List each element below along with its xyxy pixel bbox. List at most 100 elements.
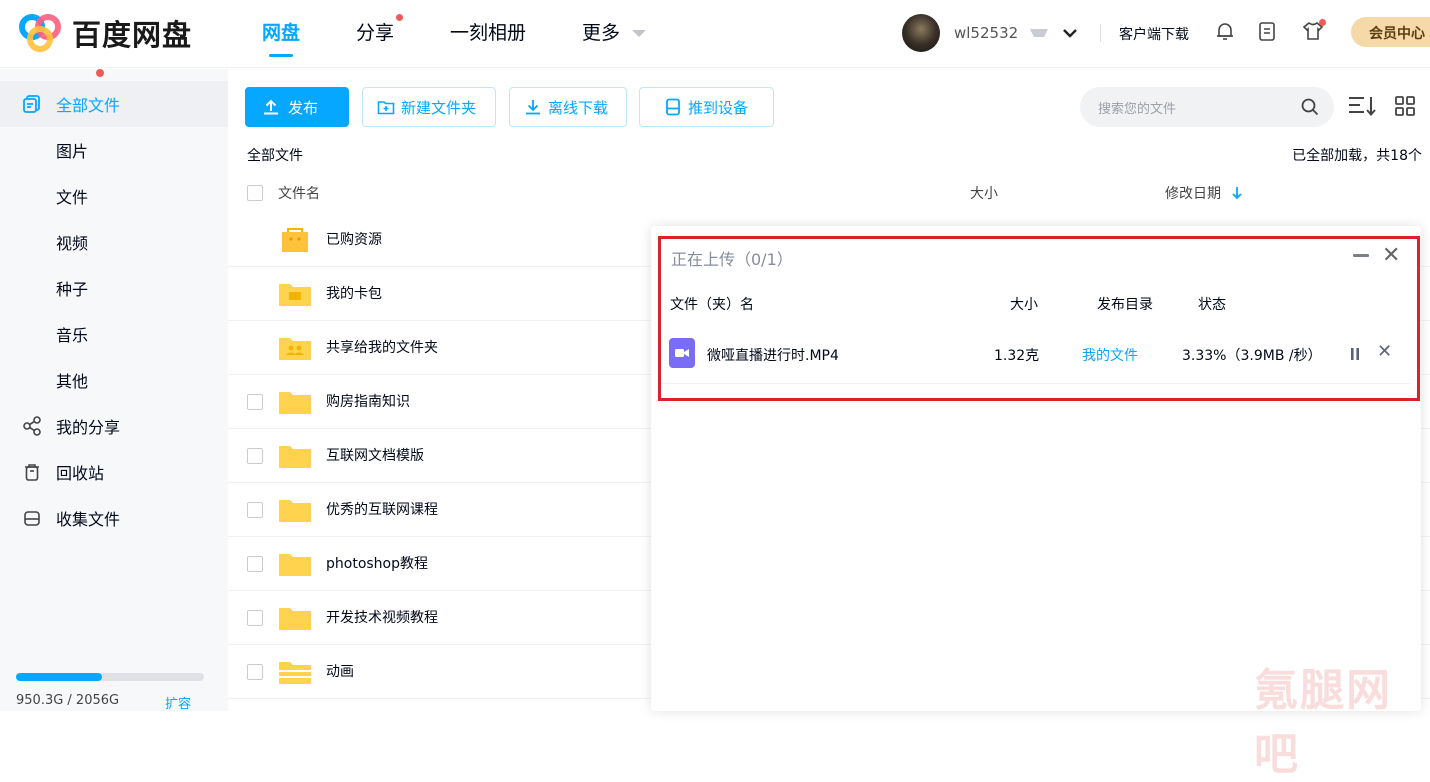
top-bar: 百度网盘 网盘 分享 一刻相册 更多 wl52532 客户端下载 会员中心 xyxy=(0,0,1430,68)
new-folder-label: 新建文件夹 xyxy=(401,98,477,117)
folder-icon xyxy=(279,608,311,630)
offline-download-button[interactable]: 离线下载 xyxy=(509,87,627,127)
logo-text: 百度网盘 xyxy=(72,18,193,52)
nav-more[interactable]: 更多 xyxy=(582,18,647,58)
vip-level-icon xyxy=(1030,29,1049,37)
breadcrumb[interactable]: 全部文件 xyxy=(247,145,303,165)
bell-icon[interactable] xyxy=(1214,20,1236,42)
grid-view-icon[interactable] xyxy=(1394,95,1416,117)
file-name[interactable]: 购房指南知识 xyxy=(326,391,410,411)
column-name[interactable]: 文件名 xyxy=(278,183,320,203)
column-modified-label: 修改日期 xyxy=(1165,186,1221,202)
storage-quota-bar xyxy=(16,673,204,681)
file-name[interactable]: 开发技术视频教程 xyxy=(326,607,438,627)
sidebar-item-recycle-bin[interactable]: 回收站 xyxy=(0,449,228,495)
username: wl52532 xyxy=(954,24,1019,42)
chevron-down-icon[interactable] xyxy=(1062,27,1078,39)
folder-icon xyxy=(279,500,311,522)
expand-storage-link[interactable]: 扩容 xyxy=(165,693,191,712)
sidebar-item-label: 其他 xyxy=(56,372,89,391)
main-nav: 网盘 分享 一刻相册 更多 xyxy=(262,14,702,58)
new-folder-icon xyxy=(377,101,395,115)
push-device-label: 推到设备 xyxy=(688,98,749,117)
row-checkbox[interactable] xyxy=(247,664,263,680)
column-modified[interactable]: 修改日期 xyxy=(1165,183,1243,203)
select-all-checkbox[interactable] xyxy=(247,185,263,201)
notification-dot xyxy=(96,69,104,77)
notification-dot xyxy=(396,14,404,21)
offline-download-label: 离线下载 xyxy=(548,98,609,117)
search-icon[interactable] xyxy=(1300,97,1320,117)
storage-quota-fill xyxy=(16,673,103,681)
sidebar-item-label: 收集文件 xyxy=(56,510,121,529)
folder-icon xyxy=(279,446,311,468)
file-name[interactable]: 优秀的互联网课程 xyxy=(326,499,438,519)
row-checkbox[interactable] xyxy=(247,610,263,626)
sidebar-item-other[interactable]: 其他 xyxy=(0,357,228,403)
file-list-header: 文件名 大小 修改日期 xyxy=(228,175,1430,213)
row-checkbox[interactable] xyxy=(247,502,263,518)
watermark: 氪腿网吧 xyxy=(1254,665,1392,780)
card-folder-icon xyxy=(279,284,311,306)
file-name[interactable]: 我的卡包 xyxy=(326,283,382,303)
sidebar-item-label: 视频 xyxy=(56,234,89,253)
search-input[interactable]: 搜索您的文件 xyxy=(1098,98,1176,117)
folder-icon xyxy=(279,662,311,684)
column-size[interactable]: 大小 xyxy=(970,183,998,203)
purchased-folder-icon xyxy=(282,228,308,252)
folder-icon xyxy=(279,554,311,576)
sidebar-item-videos[interactable]: 视频 xyxy=(0,219,228,265)
share-icon xyxy=(23,416,41,436)
download-icon xyxy=(526,100,540,115)
row-checkbox[interactable] xyxy=(247,394,263,410)
avatar[interactable] xyxy=(902,14,940,52)
sidebar-item-collect[interactable]: 收集文件 xyxy=(0,495,228,541)
client-download-link[interactable]: 客户端下载 xyxy=(1119,24,1189,44)
file-name[interactable]: 已购资源 xyxy=(326,229,382,249)
folder-icon xyxy=(279,392,311,414)
publish-label: 发布 xyxy=(288,98,319,117)
sidebar-item-my-share[interactable]: 我的分享 xyxy=(0,403,228,449)
sidebar-item-documents[interactable]: 文件 xyxy=(0,173,228,219)
logo[interactable]: 百度网盘 xyxy=(16,12,192,54)
storage-quota-text: 950.3G / 2056G xyxy=(16,693,120,708)
vip-center-button[interactable]: 会员中心 xyxy=(1351,17,1430,47)
notification-dot xyxy=(1319,19,1326,26)
sidebar-item-label: 我的分享 xyxy=(56,418,121,437)
sidebar-item-label: 种子 xyxy=(56,280,89,299)
sidebar: 全部文件 图片 文件 视频 种子 音乐 其他 我的分享 回收站 收集文件 950… xyxy=(0,69,228,712)
nav-netdisk[interactable]: 网盘 xyxy=(262,18,300,58)
sidebar-item-images[interactable]: 图片 xyxy=(0,127,228,173)
clipboard-icon[interactable] xyxy=(1256,20,1278,42)
nav-share[interactable]: 分享 xyxy=(356,14,404,58)
file-name[interactable]: 互联网文档模版 xyxy=(326,445,424,465)
sidebar-item-all-files[interactable]: 全部文件 xyxy=(0,81,228,127)
shared-folder-icon xyxy=(279,338,311,360)
file-name[interactable]: photoshop教程 xyxy=(326,553,428,573)
files-icon xyxy=(23,95,40,113)
baidu-netdisk-logo-icon xyxy=(19,14,61,52)
sidebar-item-torrents[interactable]: 种子 xyxy=(0,265,228,311)
loaded-count: 已全部加载，共18个 xyxy=(1292,148,1422,164)
device-icon xyxy=(666,98,680,116)
user-menu[interactable]: wl52532 xyxy=(902,14,1078,52)
file-name[interactable]: 共享给我的文件夹 xyxy=(326,337,438,357)
highlight-box xyxy=(658,236,1420,401)
search-box[interactable]: 搜索您的文件 xyxy=(1080,87,1334,127)
upload-icon xyxy=(264,99,278,115)
nav-moments[interactable]: 一刻相册 xyxy=(450,18,526,58)
push-device-button[interactable]: 推到设备 xyxy=(639,87,774,127)
divider xyxy=(1100,24,1101,42)
chevron-down-icon xyxy=(632,30,647,37)
sidebar-item-label: 文件 xyxy=(56,188,89,207)
row-checkbox[interactable] xyxy=(247,556,263,572)
sidebar-item-label: 图片 xyxy=(56,142,89,161)
publish-button[interactable]: 发布 xyxy=(245,87,349,127)
sidebar-item-music[interactable]: 音乐 xyxy=(0,311,228,357)
nav-share-label: 分享 xyxy=(356,22,395,44)
row-checkbox[interactable] xyxy=(247,448,263,464)
new-folder-button[interactable]: 新建文件夹 xyxy=(362,87,496,127)
trash-icon xyxy=(25,464,39,481)
sort-icon[interactable] xyxy=(1348,95,1376,117)
file-name[interactable]: 动画 xyxy=(326,661,354,681)
